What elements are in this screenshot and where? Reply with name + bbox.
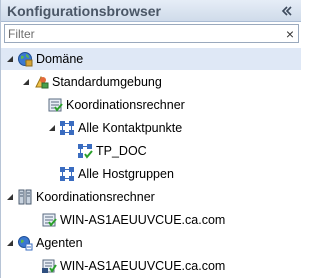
- coordination-computer-icon: [48, 98, 63, 112]
- tree-node-standard-environment[interactable]: Standardumgebung: [1, 71, 301, 93]
- expanded-triangle-icon[interactable]: [5, 192, 15, 202]
- tree-node-label: Koordinationsrechner: [36, 190, 155, 204]
- tree-node-label: Agenten: [36, 236, 83, 250]
- panel-header: Konfigurationsbrowser: [1, 0, 301, 22]
- tree-node-label: TP_DOC: [96, 144, 147, 158]
- tree-node-label: Domäne: [36, 52, 84, 66]
- double-chevron-left-icon: [281, 5, 292, 16]
- server-group-icon: [18, 189, 32, 205]
- clear-filter-button[interactable]: ×: [282, 25, 298, 42]
- tree-node-label: Koordinationsrechner: [66, 98, 185, 112]
- filter-bar: ×: [4, 24, 299, 43]
- tree-node-label: WIN-AS1AEUUVCUE.ca.com: [60, 259, 226, 273]
- tree-node-label: Standardumgebung: [52, 75, 162, 89]
- expanded-triangle-icon[interactable]: [47, 123, 57, 133]
- tree-node-coordination-host[interactable]: WIN-AS1AEUUVCUE.ca.com: [1, 209, 301, 231]
- configuration-browser-panel: Konfigurationsbrowser × Domäne: [0, 0, 301, 278]
- tree-node-all-contact-points[interactable]: Alle Kontaktpunkte: [1, 117, 301, 139]
- collapse-panel-button[interactable]: [279, 3, 295, 19]
- panel-title: Konfigurationsbrowser: [7, 2, 162, 19]
- tree-node-tp-doc[interactable]: TP_DOC: [1, 140, 301, 162]
- tree-node-label: WIN-AS1AEUUVCUE.ca.com: [60, 213, 226, 227]
- filter-input[interactable]: [5, 25, 282, 42]
- coordination-host-icon: [42, 213, 57, 227]
- expanded-triangle-icon[interactable]: [5, 238, 15, 248]
- tree-node-agents[interactable]: Agenten: [1, 232, 301, 254]
- expanded-triangle-icon[interactable]: [21, 77, 31, 87]
- expanded-triangle-icon[interactable]: [5, 54, 15, 64]
- contact-point-icon: [78, 144, 93, 159]
- tree-node-all-host-groups[interactable]: Alle Hostgruppen: [1, 163, 301, 185]
- environment-icon: [35, 75, 49, 89]
- tree-node-coordination-computers[interactable]: Koordinationsrechner: [1, 186, 301, 208]
- tree-node-label: Alle Hostgruppen: [78, 167, 174, 181]
- agents-icon: [18, 236, 33, 251]
- domain-globe-icon: [18, 52, 33, 67]
- tree-node-agent-host[interactable]: WIN-AS1AEUUVCUE.ca.com: [1, 255, 301, 277]
- network-group-icon: [60, 121, 74, 135]
- tree-node-label: Alle Kontaktpunkte: [78, 121, 183, 135]
- host-group-icon: [60, 167, 74, 181]
- tree-node-domain[interactable]: Domäne: [1, 48, 301, 70]
- agent-host-icon: [42, 259, 57, 273]
- tree-node-coordination-computer[interactable]: Koordinationsrechner: [1, 94, 301, 116]
